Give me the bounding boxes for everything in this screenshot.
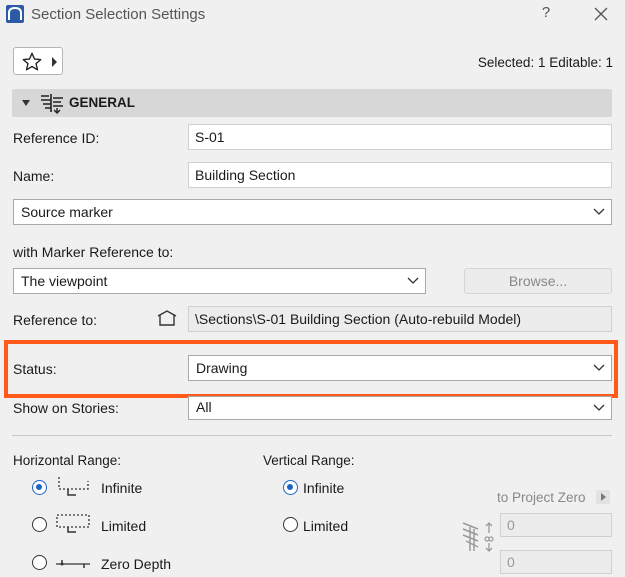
vertical-limited-radio[interactable] <box>283 517 298 532</box>
selection-info: Selected: 1 Editable: 1 <box>477 55 613 70</box>
horizontal-limited-label: Limited <box>101 518 147 534</box>
vertical-range-label: Vertical Range: <box>263 453 355 468</box>
title-bar: Section Selection Settings ? <box>0 0 625 30</box>
stories-value: All <box>196 399 212 415</box>
horizontal-zero-depth-label: Zero Depth <box>101 556 172 572</box>
marker-reference-label: with Marker Reference to: <box>13 244 174 260</box>
horizontal-infinite-label: Infinite <box>101 480 143 496</box>
vertical-bottom-input[interactable]: 0 <box>500 550 612 574</box>
collapse-triangle-icon[interactable] <box>22 100 30 106</box>
vertical-infinite-radio[interactable] <box>283 480 298 495</box>
name-label: Name: <box>13 168 55 184</box>
stories-dropdown[interactable]: All <box>188 396 612 420</box>
horizontal-limited-radio[interactable] <box>32 517 47 532</box>
infinite-range-icon <box>56 475 92 500</box>
chevron-down-icon <box>593 208 605 215</box>
reference-to-label: Reference to: <box>13 312 98 328</box>
chevron-right-icon <box>601 493 606 501</box>
stories-label: Show on Stories: <box>13 400 119 416</box>
general-section-header[interactable]: GENERAL <box>12 89 612 117</box>
vertical-top-input[interactable]: 0 <box>500 513 612 537</box>
marker-type-dropdown[interactable]: Source marker <box>13 199 612 225</box>
marker-type-value: Source marker <box>21 204 113 220</box>
reference-to-field: \Sections\S-01 Building Section (Auto-re… <box>188 306 612 332</box>
status-value: Drawing <box>196 360 248 376</box>
vertical-limited-label: Limited <box>303 518 349 534</box>
marker-reference-value: The viewpoint <box>21 273 108 289</box>
chevron-down-icon <box>593 364 605 371</box>
reference-id-input[interactable]: S-01 <box>188 124 612 150</box>
status-label: Status: <box>13 361 57 377</box>
close-icon <box>594 7 608 21</box>
section-settings-icon <box>39 92 65 117</box>
reference-id-label: Reference ID: <box>13 130 100 146</box>
window-title: Section Selection Settings <box>31 6 206 23</box>
vertical-infinite-label: Infinite <box>303 480 345 496</box>
house-icon <box>156 309 178 330</box>
vertical-range-icon <box>460 519 496 558</box>
to-project-zero-label: to Project Zero <box>497 490 586 505</box>
chevron-down-icon <box>407 277 419 284</box>
horizontal-zero-depth-radio[interactable] <box>32 555 47 570</box>
browse-button[interactable]: Browse... <box>464 268 612 294</box>
close-button[interactable] <box>590 3 612 25</box>
star-icon <box>22 52 42 71</box>
chevron-down-icon <box>593 404 605 411</box>
horizontal-infinite-radio[interactable] <box>32 480 47 495</box>
status-dropdown[interactable]: Drawing <box>188 355 612 381</box>
limited-range-icon <box>54 512 94 537</box>
zero-depth-icon <box>54 552 94 577</box>
favorites-dropdown-arrow-icon <box>52 57 57 67</box>
name-input[interactable]: Building Section <box>188 162 612 188</box>
general-section-title: GENERAL <box>69 95 136 110</box>
app-icon <box>6 5 24 23</box>
favorites-button[interactable] <box>13 47 63 75</box>
help-button[interactable]: ? <box>536 4 556 24</box>
marker-reference-dropdown[interactable]: The viewpoint <box>13 268 426 294</box>
horizontal-range-label: Horizontal Range: <box>13 453 122 468</box>
section-divider <box>12 435 612 436</box>
to-project-zero-button[interactable] <box>596 490 610 504</box>
